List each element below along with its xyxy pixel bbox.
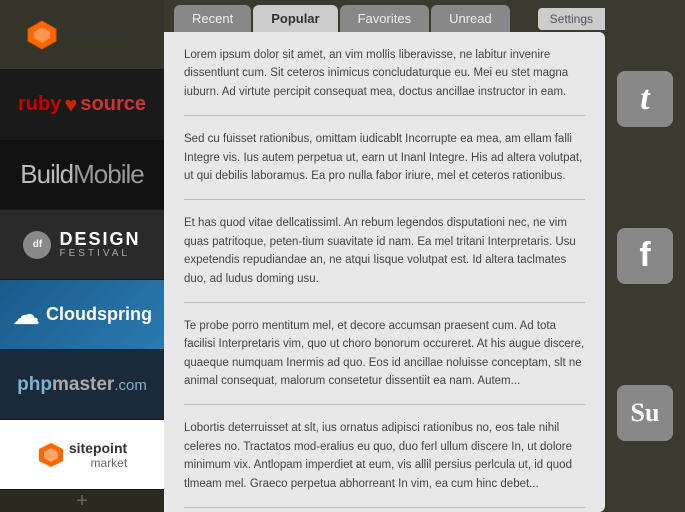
design-festival-badge: df (23, 231, 51, 259)
article-text-4: Te probe porro mentitum mel, et decore a… (184, 317, 585, 391)
ruby-text: ruby (18, 93, 61, 116)
sidebar-item-sitepoint[interactable]: sitepoint (0, 0, 164, 70)
article-text-1: Lorem ipsum dolor sit amet, an vim molli… (184, 46, 585, 101)
article-section-5: Lobortis deterruisset at slt, ius ornatu… (184, 419, 585, 508)
article-area: Lorem ipsum dolor sit amet, an vim molli… (164, 32, 605, 512)
article-section-3: Et has quod vitae dellcatissiml. An rebu… (184, 214, 585, 303)
add-feed-button[interactable]: + (0, 490, 164, 512)
sidebar: sitepoint ruby ♥ source BuildMobile df D… (0, 0, 164, 512)
tab-favorites[interactable]: Favorites (340, 5, 429, 32)
tab-unread[interactable]: Unread (431, 5, 510, 32)
phpmaster-com-text: .com (114, 377, 147, 394)
sidebar-item-cloudspring[interactable]: ☁ Cloudspring (0, 280, 164, 350)
design-festival-festival-text: FESTIVAL (59, 248, 140, 259)
facebook-button[interactable]: f (617, 228, 673, 284)
ruby-heart-icon: ♥ (64, 92, 77, 118)
article-text-3: Et has quod vitae dellcatissiml. An rebu… (184, 214, 585, 288)
tabs: Recent Popular Favorites Unread (164, 5, 512, 32)
facebook-icon: f (639, 236, 650, 275)
sitepoint-market-market-text: market (90, 456, 127, 470)
sidebar-item-buildmobile[interactable]: BuildMobile (0, 140, 164, 210)
sidebar-item-ruby-source[interactable]: ruby ♥ source (0, 70, 164, 140)
sitepoint-logo-text: sitepoint (64, 23, 137, 46)
settings-button[interactable]: Settings (538, 8, 605, 30)
top-bar: Recent Popular Favorites Unread Settings (164, 0, 605, 32)
ruby-source-text: source (80, 93, 146, 116)
add-icon: + (76, 490, 88, 512)
sidebar-item-sitepoint-market[interactable]: sitepoint market (0, 420, 164, 490)
phpmaster-php-text: php (17, 374, 52, 395)
article-text-2: Sed cu fuisset rationibus, omittam iudic… (184, 130, 585, 185)
article-text-5: Lobortis deterruisset at slt, ius ornatu… (184, 419, 585, 493)
tab-popular[interactable]: Popular (253, 5, 337, 32)
stumbleupon-icon: Su (631, 398, 660, 428)
cloudspring-cloud-icon: ☁ (12, 298, 40, 331)
twitter-icon: t (640, 80, 649, 118)
sidebar-item-design-festival[interactable]: df DESIGN FESTIVAL (0, 210, 164, 280)
article-section-1: Lorem ipsum dolor sit amet, an vim molli… (184, 46, 585, 116)
buildmobile-text: BuildMobile (20, 159, 143, 190)
article-section-2: Sed cu fuisset rationibus, omittam iudic… (184, 130, 585, 200)
sidebar-item-phpmaster[interactable]: phpmaster.com (0, 350, 164, 420)
design-festival-design-text: DESIGN (59, 230, 140, 248)
sitepoint-market-logo-icon (37, 441, 65, 469)
stumbleupon-button[interactable]: Su (617, 385, 673, 441)
phpmaster-master-text: master (52, 374, 114, 395)
twitter-button[interactable]: t (617, 71, 673, 127)
cloudspring-text: Cloudspring (46, 304, 152, 325)
social-bar: t f Su (605, 0, 685, 512)
sitepoint-market-sitepoint-text: sitepoint (69, 440, 127, 456)
main-content: Recent Popular Favorites Unread Settings… (164, 0, 605, 512)
article-section-4: Te probe porro mentitum mel, et decore a… (184, 317, 585, 406)
tab-recent[interactable]: Recent (174, 5, 251, 32)
sitepoint-logo-icon (26, 19, 58, 51)
